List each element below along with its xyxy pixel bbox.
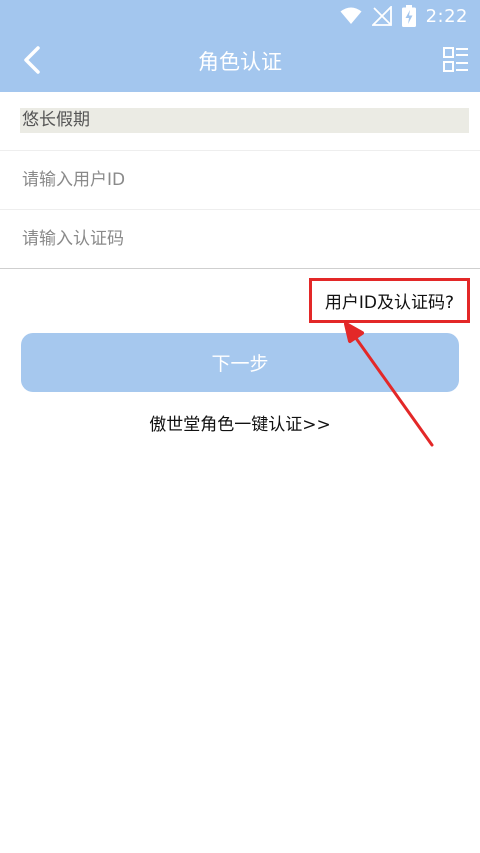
back-button[interactable] (12, 42, 52, 82)
list-menu-icon (442, 46, 470, 78)
one-click-verification-link[interactable]: 傲世堂角色一键认证>> (0, 410, 480, 438)
app-bar: 角色认证 (0, 32, 480, 92)
battery-charging-icon (401, 5, 416, 27)
no-signal-icon (371, 6, 392, 26)
auth-code-input[interactable] (20, 210, 460, 268)
menu-button[interactable] (440, 46, 472, 78)
role-verification-screen: 2:22 角色认证 悠长假期 请输入用户ID 请输入认证码 用户ID及认证码? … (0, 0, 480, 853)
chevron-left-icon (22, 45, 42, 79)
wifi-icon (340, 7, 362, 25)
next-step-button[interactable]: 下一步 (21, 333, 459, 392)
account-name-field: 悠长假期 (20, 108, 469, 133)
auth-code-row (0, 210, 480, 268)
user-id-input[interactable] (20, 151, 460, 209)
status-bar: 2:22 (0, 0, 480, 32)
status-icons: 2:22 (340, 4, 468, 28)
account-row: 悠长假期 (0, 92, 480, 151)
clock: 2:22 (425, 5, 468, 27)
page-title: 角色认证 (198, 50, 282, 74)
user-id-row (0, 151, 480, 210)
verification-form: 悠长假期 (0, 92, 480, 269)
help-link-userid-authcode[interactable]: 用户ID及认证码? (309, 278, 470, 323)
